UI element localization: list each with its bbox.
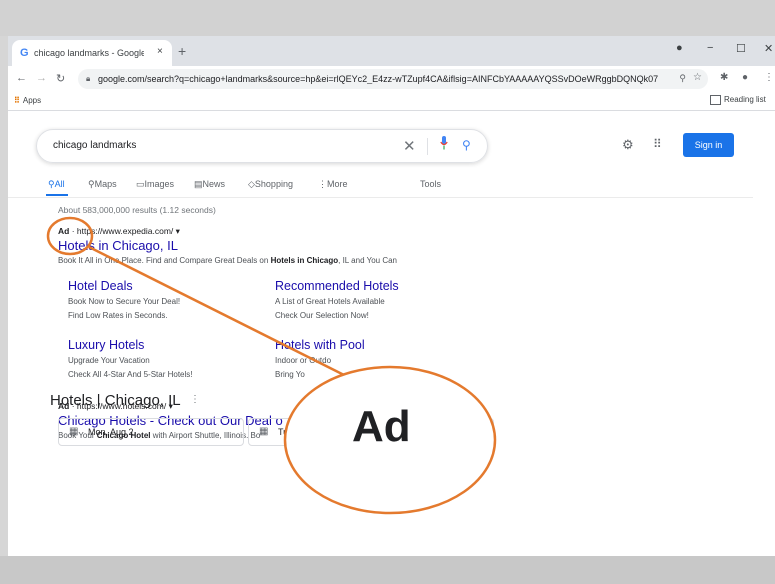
browser-window: G chicago landmarks - Google Sea × + ● −… — [8, 36, 775, 556]
profile-dot-icon[interactable]: ● — [676, 42, 683, 54]
bottom-bar — [0, 556, 775, 584]
reading-list-icon — [710, 95, 721, 105]
result-stats: About 583,000,000 results (1.12 seconds) — [58, 205, 216, 215]
chevron-down-icon: ▼ — [475, 426, 483, 435]
sitelink-line: Find Low Rates in Seconds. — [68, 311, 168, 320]
search-divider — [427, 138, 428, 155]
ad-description: Book It All in One Place. Find and Compa… — [58, 256, 397, 265]
sitelink-line: Upgrade Your Vacation — [68, 356, 150, 365]
tools-button[interactable]: Tools — [420, 179, 441, 189]
reading-list-button[interactable]: Reading list — [710, 95, 766, 105]
browser-toolbar: ← → ↻ 🔒︎ google.com/search?q=chicago+lan… — [8, 66, 775, 92]
google-favicon-icon: G — [20, 47, 29, 59]
search-results-page: chicago landmarks ✕ ⚲ ⚙ ⠿ Sign in ⚲ All … — [8, 111, 775, 556]
sitelink-hotel-deals[interactable]: Hotel Deals — [68, 279, 133, 293]
clear-icon[interactable]: ✕ — [403, 137, 416, 155]
tab-news[interactable]: ▤ News — [194, 179, 225, 190]
sitelink-line: Book Now to Secure Your Deal! — [68, 297, 181, 306]
sitelink-hotels-with-pool[interactable]: Hotels with Pool — [275, 338, 365, 352]
sitelink-recommended-hotels[interactable]: Recommended Hotels — [275, 279, 399, 293]
tab-shopping-label: Shopping — [254, 179, 293, 189]
calendar-icon: ▦ — [259, 426, 269, 437]
gear-icon[interactable]: ⚙ — [622, 137, 634, 153]
slide-frame: G chicago landmarks - Google Sea × + ● −… — [0, 0, 775, 584]
search-query: chicago landmarks — [53, 140, 137, 151]
reload-icon[interactable]: ↻ — [56, 72, 65, 85]
close-window-icon[interactable]: ✕ — [764, 42, 773, 55]
maximize-icon[interactable]: ☐ — [736, 42, 746, 55]
url-text: google.com/search?q=chicago+landmarks&so… — [98, 74, 658, 84]
check-in-field[interactable]: ▦ Mon, Aug 2 — [58, 418, 244, 446]
sitelink-line: Check All 4-Star And 5-Star Hotels! — [68, 370, 193, 379]
tab-all[interactable]: ⚲ All — [48, 179, 65, 190]
sign-in-button[interactable]: Sign in — [683, 133, 734, 157]
check-in-date: Mon, Aug 2 — [88, 427, 134, 437]
top-bar — [0, 0, 775, 36]
profile-icon[interactable]: ● — [742, 72, 748, 83]
reading-list-label: Reading list — [724, 95, 766, 105]
ad-desc-tail: , IL and You Can — [338, 256, 397, 265]
guests-selector[interactable]: 👤︎ 2 ▼ — [432, 418, 494, 446]
sitelink-line: Bring Yo — [275, 370, 305, 379]
apps-grid-icon: ⠿ — [14, 96, 20, 105]
back-icon[interactable]: ← — [16, 72, 27, 84]
ad-label: Ad — [58, 226, 70, 236]
sitelink-line: Indoor or Outdo — [275, 356, 332, 365]
sitelink-line: A List of Great Hotels Available — [275, 297, 385, 306]
tabs-divider — [8, 197, 753, 198]
tab-close-icon[interactable]: × — [157, 46, 163, 57]
ad-source-line: Ad · https://www.expedia.com/ ▾ — [58, 226, 180, 236]
check-out-date: Tue, Aug 3 — [278, 427, 322, 437]
microphone-icon[interactable] — [440, 136, 448, 150]
tab-more-label: More — [327, 179, 348, 189]
extensions-icon[interactable]: ✱ — [720, 72, 728, 83]
apps-label: Apps — [22, 96, 42, 105]
ad-desc-bold: Hotels in Chicago — [270, 256, 339, 265]
tab-shopping[interactable]: ◇ Shopping — [248, 179, 293, 190]
magnified-ad-label: Ad — [352, 402, 411, 451]
bookmark-star-icon[interactable]: ☆ — [693, 72, 702, 83]
guests-count: 2 — [461, 427, 467, 437]
search-icon[interactable]: ⚲ — [462, 138, 471, 152]
active-tab-indicator — [46, 194, 68, 196]
tab-strip: G chicago landmarks - Google Sea × + ● −… — [8, 36, 775, 66]
ad-url[interactable]: https://www.expedia.com/ — [77, 226, 173, 236]
new-tab-icon[interactable]: + — [178, 43, 186, 59]
tab-maps-label: Maps — [94, 179, 117, 189]
ad-headline[interactable]: Hotels in Chicago, IL — [58, 238, 178, 253]
sitelink-luxury-hotels[interactable]: Luxury Hotels — [68, 338, 144, 352]
address-bar[interactable]: 🔒︎ google.com/search?q=chicago+landmarks… — [78, 69, 708, 89]
tab-all-label: All — [54, 179, 65, 189]
browser-tab[interactable]: G chicago landmarks - Google Sea × — [12, 40, 172, 66]
ad-desc-text: Book It All in One Place. Find and Compa… — [58, 256, 271, 265]
search-input[interactable]: chicago landmarks ✕ ⚲ — [36, 129, 488, 163]
tab-more[interactable]: ⋮ More — [318, 179, 348, 190]
tab-news-label: News — [202, 179, 226, 189]
bookmarks-bar: ⠿ Apps Reading list — [8, 92, 775, 111]
forward-icon[interactable]: → — [36, 72, 47, 84]
calendar-icon: ▦ — [69, 426, 79, 437]
apps-bookmark[interactable]: ⠿ Apps — [14, 96, 41, 105]
minimize-icon[interactable]: − — [707, 42, 713, 54]
guests-icon: 👤︎ — [445, 426, 457, 436]
menu-icon[interactable]: ⋮ — [764, 72, 774, 83]
tab-images[interactable]: ▭ Images — [136, 179, 174, 190]
google-apps-icon[interactable]: ⠿ — [653, 137, 662, 151]
hotels-heading: Hotels | Chicago, IL — [50, 392, 181, 409]
lock-icon: 🔒︎ — [86, 74, 91, 83]
tab-title: chicago landmarks - Google Sea — [34, 48, 144, 58]
tab-images-label: Images — [144, 179, 175, 189]
tab-maps[interactable]: ⚲ Maps — [88, 179, 117, 190]
sitelink-line: Check Our Selection Now! — [275, 311, 369, 320]
location-icon[interactable]: ⚲ — [679, 73, 686, 84]
more-options-icon[interactable]: ⋮ — [190, 394, 200, 405]
